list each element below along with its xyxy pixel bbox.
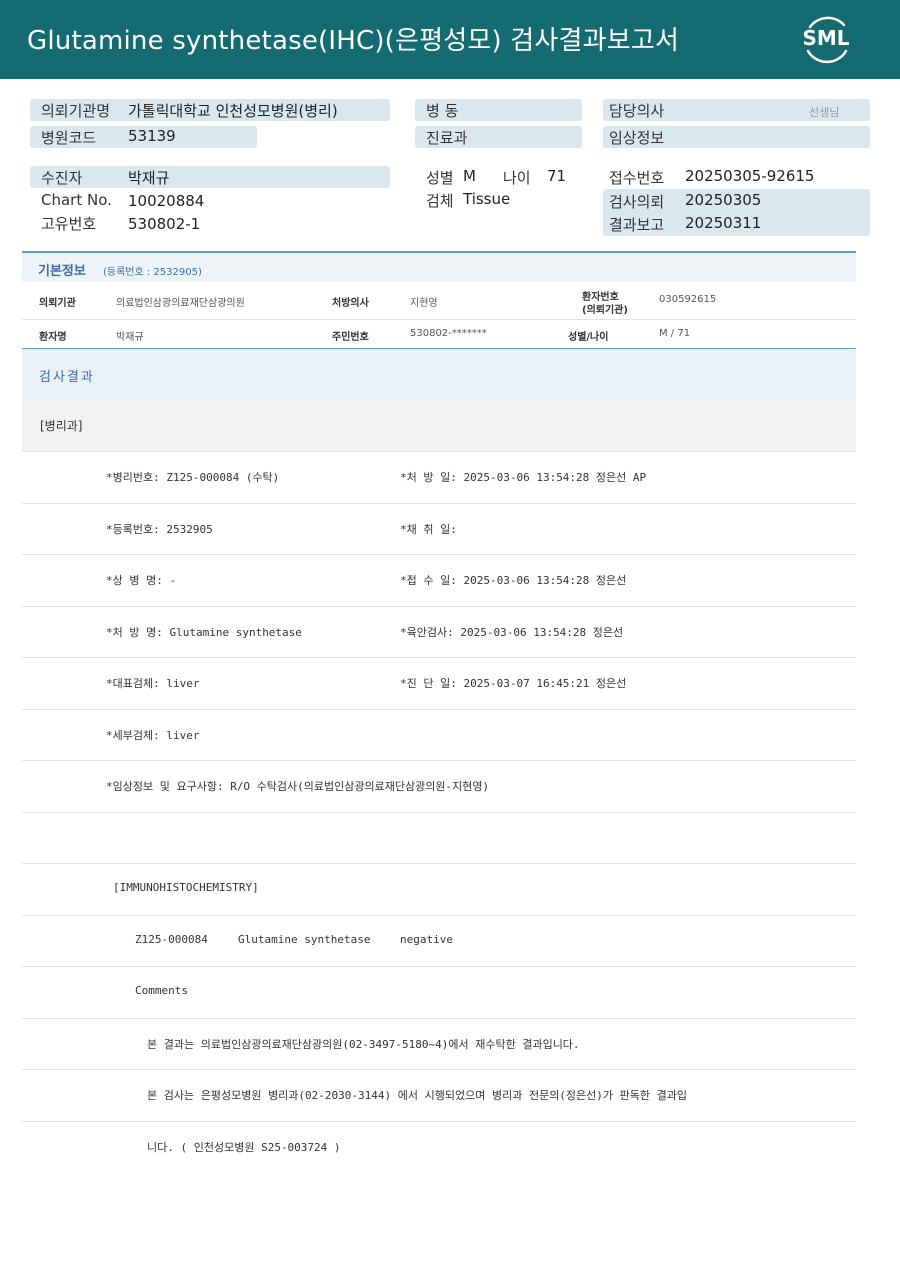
doctor-label: 담당의사: [609, 102, 665, 120]
unique-no-label: 고유번호: [41, 215, 97, 233]
unique-no-value: 530802-1: [128, 215, 201, 233]
prescription-date: *처 방 일: 2025-03-06 13:54:28 정은선 AP: [400, 471, 647, 484]
ward-label: 병 동: [426, 102, 459, 120]
resident-number-label: 주민번호: [332, 332, 369, 343]
requesting-institution-label: 의뢰기관: [39, 298, 76, 309]
chart-no-label: Chart No.: [41, 191, 112, 209]
result-row: *세부검체: liver: [22, 710, 856, 761]
result-row: *상 병 명: - *접 수 일: 2025-03-06 13:54:28 정은…: [22, 555, 856, 607]
patient-label: 수진자: [41, 169, 83, 187]
result-row: *등록번호: 2532905 *채 취 일:: [22, 504, 856, 555]
report-title: Glutamine synthetase(IHC)(은평성모) 검사결과보고서: [27, 26, 680, 56]
basic-info-title: 기본정보: [38, 264, 86, 279]
age-value: 71: [547, 167, 567, 185]
sex-label: 성별: [426, 169, 454, 187]
gross-exam-date: *육안검사: 2025-03-06 13:54:28 정은선: [400, 625, 624, 639]
report-date-value: 20250311: [685, 214, 762, 232]
clinical-info-label: 임상정보: [609, 129, 665, 147]
ihc-stain-name: Glutamine synthetase: [238, 932, 371, 946]
receipt-no-value: 20250305-92615: [685, 167, 815, 185]
doctor-suffix: 선생님: [809, 106, 840, 119]
result-title: 검사결과: [39, 370, 95, 385]
specimen-value: Tissue: [463, 190, 511, 208]
basic-info-subtitle: (등록번호 : 2532905): [103, 267, 202, 278]
sex-age-value: M / 71: [659, 328, 691, 339]
collection-date: *채 취 일:: [400, 522, 457, 536]
department-name: [병리과]: [40, 419, 83, 433]
result-row: 니다. ( 인천성모병원 S25-003724 ): [22, 1122, 856, 1174]
hospital-code-label: 병원코드: [41, 129, 97, 147]
comment-line: 본 결과는 의료법인삼광의료재단삼광의원(02-3497-5180~4)에서 재…: [147, 1037, 580, 1051]
result-row: *병리번호: Z125-000084 (수탁) *처 방 일: 2025-03-…: [22, 452, 856, 504]
result-row: [IMMUNOHISTOCHEMISTRY]: [22, 864, 856, 916]
result-header: 검사결과: [22, 349, 856, 400]
pathology-number: *병리번호: Z125-000084 (수탁): [106, 471, 280, 484]
basic-info-row: 의뢰기관 의료법인삼광의료재단삼광의원 처방의사 지현영 환자번호 (의뢰기관)…: [22, 282, 856, 320]
institution-label: 의뢰기관명: [41, 102, 111, 120]
patient-value: 박재규: [128, 169, 170, 187]
basic-info-header: 기본정보 (등록번호 : 2532905): [22, 251, 856, 282]
receipt-no-label: 접수번호: [609, 169, 665, 187]
result-row: Z125-000084 Glutamine synthetase negativ…: [22, 916, 856, 967]
patient-name-value: 박재규: [116, 332, 144, 343]
patient-number-sublabel: (의뢰기관): [582, 305, 628, 316]
request-date-value: 20250305: [685, 191, 762, 209]
ihc-section-header: [IMMUNOHISTOCHEMISTRY]: [113, 881, 259, 894]
comments-label: Comments: [135, 984, 188, 997]
specimen-label: 검체: [426, 192, 454, 210]
basic-info-row: 환자명 박재규 주민번호 530802-******* 성별/나이 M / 71: [22, 320, 856, 350]
patient-number-value: 030592615: [659, 294, 717, 305]
patient-field: [30, 166, 390, 188]
hospital-code-value: 53139: [128, 127, 176, 145]
prescribing-doctor-value: 지현영: [410, 298, 438, 309]
department-label: 진료과: [426, 129, 468, 147]
resident-number-value: 530802-*******: [410, 328, 487, 339]
logo-text: SML: [802, 26, 850, 50]
age-label: 나이: [503, 169, 531, 187]
sex-value: M: [463, 167, 476, 185]
chart-no-value: 10020884: [128, 192, 205, 210]
diagnosis-name: *상 병 명: -: [106, 574, 177, 587]
result-row: [22, 813, 856, 864]
report-header: Glutamine synthetase(IHC)(은평성모) 검사결과보고서 …: [0, 0, 900, 79]
comment-line: 니다. ( 인천성모병원 S25-003724 ): [147, 1140, 341, 1154]
result-row: 본 검사는 은평성모병원 병리과(02-2030-3144) 에서 시행되었으며…: [22, 1070, 856, 1122]
detail-specimen: *세부검체: liver: [106, 728, 200, 742]
basic-info-table: 기본정보 (등록번호 : 2532905) 의뢰기관 의료법인삼광의료재단삼광의…: [22, 251, 856, 350]
main-specimen: *대표검체: liver: [106, 677, 200, 690]
prescription-name: *처 방 명: Glutamine synthetase: [106, 625, 302, 639]
result-row: *대표검체: liver *진 단 일: 2025-03-07 16:45:21…: [22, 658, 856, 710]
receipt-date: *접 수 일: 2025-03-06 13:54:28 정은선: [400, 574, 627, 587]
request-date-label: 검사의뢰: [609, 193, 665, 211]
institution-value: 가톨릭대학교 인천성모병원(병리): [128, 102, 338, 120]
result-row: Comments: [22, 967, 856, 1019]
sex-age-label: 성별/나이: [568, 332, 609, 343]
result-row: *임상정보 및 요구사항: R/O 수탁검사(의료법인삼광의료재단삼광의원-지현…: [22, 761, 856, 813]
result-row: *처 방 명: Glutamine synthetase *육안검사: 2025…: [22, 607, 856, 658]
comment-line: 본 검사는 은평성모병원 병리과(02-2030-3144) 에서 시행되었으며…: [147, 1089, 688, 1102]
prescribing-doctor-label: 처방의사: [332, 298, 369, 309]
sml-logo: SML: [800, 13, 852, 65]
report-date-label: 결과보고: [609, 216, 665, 234]
clinical-request: *임상정보 및 요구사항: R/O 수탁검사(의료법인삼광의료재단삼광의원-지현…: [106, 780, 490, 793]
ihc-case-number: Z125-000084: [135, 932, 208, 946]
requesting-institution-value: 의료법인삼광의료재단삼광의원: [116, 298, 245, 309]
patient-name-label: 환자명: [39, 332, 67, 343]
diagnosis-date: *진 단 일: 2025-03-07 16:45:21 정은선: [400, 677, 627, 690]
registration-number: *등록번호: 2532905: [106, 522, 213, 536]
result-row: 본 결과는 의료법인삼광의료재단삼광의원(02-3497-5180~4)에서 재…: [22, 1019, 856, 1070]
ihc-result: negative: [400, 932, 453, 946]
department-row: [병리과]: [22, 400, 856, 452]
